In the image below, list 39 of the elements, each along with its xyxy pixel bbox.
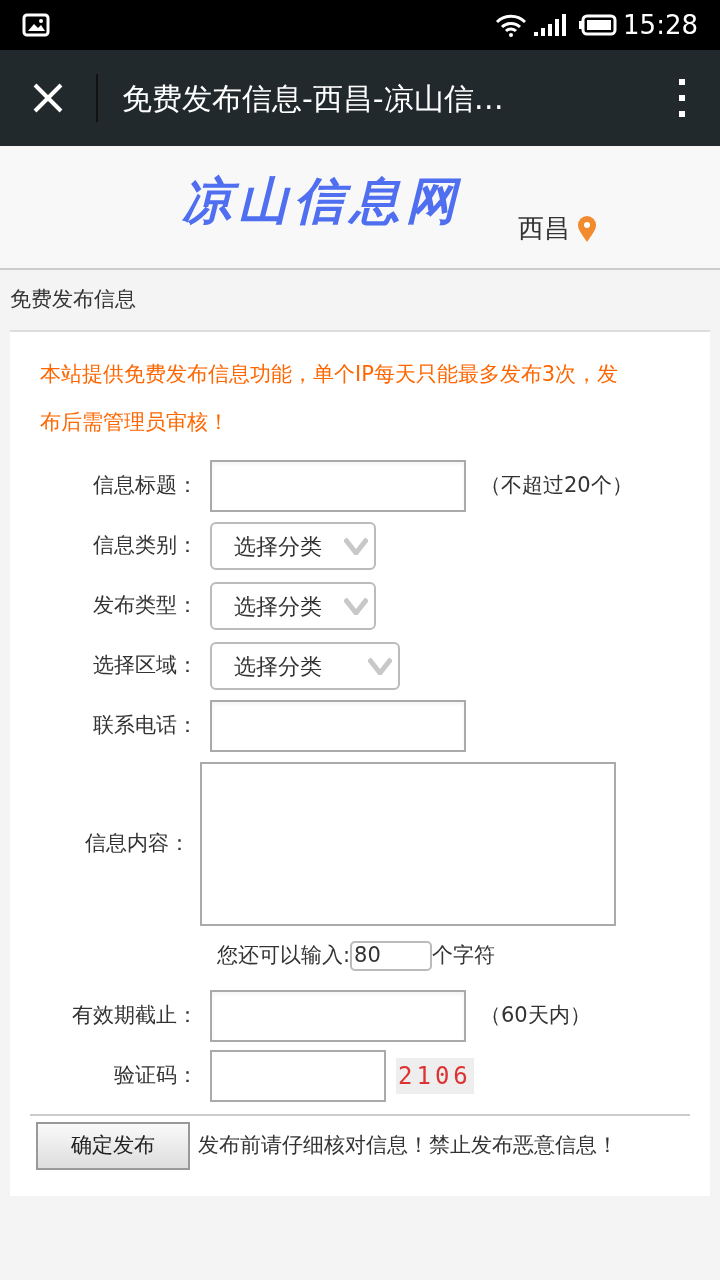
- section-title: 免费发布信息: [10, 286, 136, 314]
- submit-button[interactable]: 确定发布: [36, 1122, 190, 1170]
- dropdown[interactable]: 选择分类: [210, 582, 376, 630]
- counter-text: 个字符: [432, 942, 496, 970]
- chevron-down-icon: [344, 537, 368, 555]
- chevron-down-icon: [344, 597, 368, 615]
- field-note: （不超过20个）: [480, 472, 633, 500]
- input-field[interactable]: [210, 990, 466, 1042]
- input-field[interactable]: [210, 1050, 386, 1102]
- captcha-code[interactable]: 2106: [396, 1058, 474, 1094]
- field-label: 信息类别：: [93, 532, 198, 560]
- chevron-down-icon: [368, 657, 392, 675]
- dropdown[interactable]: 选择分类: [210, 522, 376, 570]
- city-label: 西昌: [518, 212, 570, 245]
- input-field[interactable]: [210, 700, 466, 752]
- field-label: 信息标题：: [93, 472, 198, 500]
- field-note: （60天内）: [480, 1002, 591, 1030]
- signal-icon: [533, 13, 568, 37]
- counter-text: 您还可以输入:: [217, 942, 351, 970]
- text-area[interactable]: [200, 762, 616, 926]
- input-field[interactable]: [210, 460, 466, 512]
- submit-hint: 发布前请仔细核对信息！禁止发布恶意信息！: [198, 1132, 618, 1160]
- field-label: 验证码：: [114, 1062, 198, 1090]
- field-label: 联系电话：: [93, 712, 198, 740]
- clock: 15:28: [623, 8, 698, 42]
- field-label: 发布类型：: [93, 592, 198, 620]
- site-logo: 凉山信息网: [182, 170, 462, 232]
- counter-field[interactable]: 80: [350, 941, 433, 971]
- location-pin-icon: [576, 214, 598, 243]
- field-label: 选择区域：: [93, 652, 198, 680]
- close-icon: [32, 82, 64, 114]
- field-label: 信息内容：: [85, 830, 190, 858]
- field-label: 有效期截止：: [72, 1002, 198, 1030]
- dropdown[interactable]: 选择分类: [210, 642, 400, 690]
- page-title: 免费发布信息-西昌-凉山信…: [122, 79, 504, 118]
- image-icon: [22, 13, 50, 37]
- notice-text: 本站提供免费发布信息功能，单个IP每天只能最多发布3次，发布后需管理员审核！: [39, 361, 620, 436]
- wifi-icon: [495, 13, 528, 37]
- battery-icon: [579, 14, 618, 36]
